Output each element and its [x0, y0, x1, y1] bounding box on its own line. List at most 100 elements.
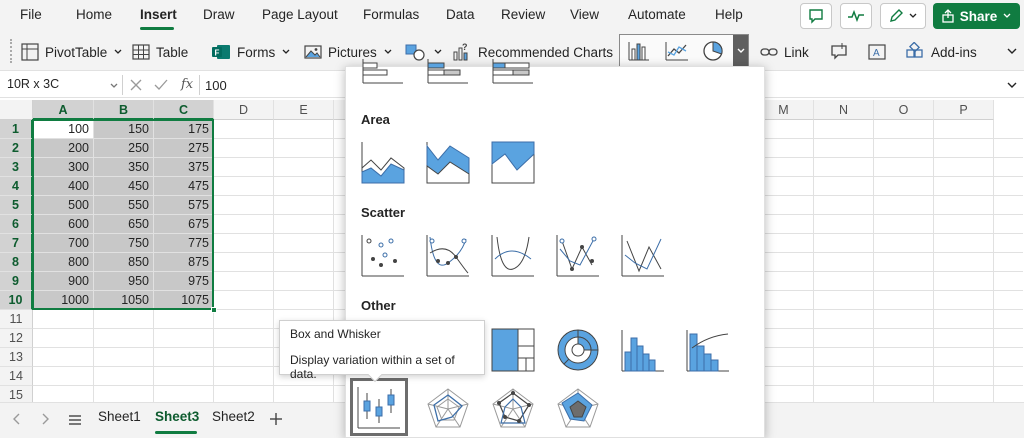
pencil-icon	[890, 9, 903, 22]
row-header-2[interactable]: 2	[0, 139, 33, 158]
chevron-down-icon	[384, 49, 392, 54]
formula-divider	[122, 75, 123, 95]
row-header-12[interactable]: 12	[0, 329, 33, 348]
recommended-charts-label: Recommended Charts	[478, 44, 614, 60]
histogram-chart-option[interactable]	[621, 328, 665, 372]
box-and-whisker-chart-option[interactable]	[350, 378, 408, 436]
prev-sheet-button[interactable]	[12, 413, 22, 425]
scatter-straight-lines-markers-option[interactable]	[556, 233, 600, 277]
pivottable-button[interactable]: PivotTable	[21, 41, 123, 63]
scatter-chart-option[interactable]	[361, 233, 405, 277]
addins-button[interactable]: Add-ins	[905, 41, 977, 63]
link-button[interactable]: Link	[760, 41, 809, 63]
column-header-n[interactable]: N	[814, 100, 874, 120]
tab-formulas[interactable]: Formulas	[363, 7, 419, 22]
tab-home[interactable]: Home	[76, 7, 112, 22]
row-header-6[interactable]: 6	[0, 215, 33, 234]
sheet-tab-sheet3[interactable]: Sheet3	[155, 409, 199, 424]
pareto-chart-option[interactable]	[686, 328, 730, 372]
row-header-1[interactable]: 1	[0, 120, 33, 139]
table-button[interactable]: Table	[132, 41, 188, 63]
row-header-8[interactable]: 8	[0, 253, 33, 272]
row-header-10[interactable]: 10	[0, 291, 33, 310]
column-header-c[interactable]: C	[154, 100, 214, 120]
tab-data[interactable]: Data	[446, 7, 475, 22]
stacked-area-chart-option[interactable]	[426, 140, 470, 184]
column-header-b[interactable]: B	[94, 100, 154, 120]
column-header-d[interactable]: D	[214, 100, 274, 120]
clustered-bar-chart-icon	[362, 59, 403, 84]
tab-page-layout[interactable]: Page Layout	[262, 7, 338, 22]
share-button[interactable]: Share	[933, 3, 1020, 29]
tab-automate[interactable]: Automate	[628, 7, 686, 22]
table-icon	[132, 44, 150, 60]
scatter-section-label: Scatter	[361, 205, 406, 220]
pivottable-label: PivotTable	[45, 44, 108, 60]
row-header-14[interactable]: 14	[0, 367, 33, 386]
line-chart-button[interactable]	[665, 41, 689, 61]
editing-mode-button[interactable]	[880, 3, 926, 29]
sunburst-chart-icon	[557, 329, 599, 371]
insert-function-button[interactable]: fx	[181, 77, 193, 92]
add-sheet-button[interactable]	[269, 412, 283, 426]
activity-button[interactable]	[840, 3, 872, 29]
pivottable-icon	[21, 43, 39, 61]
stacked-bar-chart-option[interactable]	[426, 59, 470, 89]
tab-insert[interactable]: Insert	[140, 7, 177, 22]
tab-draw[interactable]: Draw	[203, 7, 235, 22]
formula-input[interactable]: 100	[205, 78, 227, 93]
ribbon-collapse-button[interactable]	[1006, 45, 1018, 57]
tab-help[interactable]: Help	[715, 7, 743, 22]
column-header-o[interactable]: O	[874, 100, 934, 120]
treemap-chart-option[interactable]	[491, 328, 535, 372]
name-box-dropdown[interactable]	[109, 81, 119, 91]
cancel-entry-button[interactable]	[130, 79, 142, 91]
radar-chart-option[interactable]	[426, 387, 470, 431]
row-header-9[interactable]: 9	[0, 272, 33, 291]
column-header-p[interactable]: P	[934, 100, 994, 120]
text-box-button[interactable]: A	[868, 41, 886, 63]
name-box[interactable]: 10R x 3C	[2, 74, 120, 96]
column-header-a[interactable]: A	[33, 100, 94, 120]
radar-markers-chart-option[interactable]	[491, 387, 535, 431]
select-all-button[interactable]	[0, 100, 33, 120]
pie-chart-button[interactable]	[702, 40, 724, 62]
row-header-3[interactable]: 3	[0, 158, 33, 177]
100-stacked-area-chart-icon	[491, 141, 535, 184]
sheet-tab-sheet2[interactable]: Sheet2	[212, 409, 255, 424]
clustered-bar-chart-option[interactable]	[361, 59, 405, 89]
more-charts-dropdown[interactable]	[733, 35, 748, 67]
100-stacked-bar-chart-option[interactable]	[491, 59, 535, 89]
100-stacked-area-chart-option[interactable]	[491, 140, 535, 184]
comments-button[interactable]	[800, 3, 832, 29]
scatter-smooth-lines-option[interactable]	[491, 233, 535, 277]
column-header-e[interactable]: E	[274, 100, 334, 120]
sunburst-chart-option[interactable]	[556, 328, 600, 372]
scatter-straight-lines-option[interactable]	[621, 233, 665, 277]
sheet-tab-sheet1[interactable]: Sheet1	[98, 409, 141, 424]
expand-formula-bar-button[interactable]	[1006, 79, 1018, 91]
fill-handle[interactable]	[211, 307, 217, 313]
row-header-4[interactable]: 4	[0, 177, 33, 196]
row-header-7[interactable]: 7	[0, 234, 33, 253]
row-header-5[interactable]: 5	[0, 196, 33, 215]
forms-button[interactable]: F Forms	[211, 41, 291, 63]
row-header-11[interactable]: 11	[0, 310, 33, 329]
confirm-entry-button[interactable]	[154, 79, 168, 91]
tab-review[interactable]: Review	[501, 7, 545, 22]
all-sheets-button[interactable]	[68, 414, 82, 426]
tab-file[interactable]: File	[20, 7, 42, 22]
next-sheet-button[interactable]	[40, 413, 50, 425]
shapes-icon	[405, 44, 425, 61]
svg-text:F: F	[215, 49, 220, 58]
ribbon-grip	[10, 39, 12, 63]
scatter-smooth-lines-markers-option[interactable]	[426, 233, 470, 277]
share-label: Share	[959, 8, 998, 24]
row-header-15[interactable]: 15	[0, 386, 33, 402]
tab-view[interactable]: View	[570, 7, 599, 22]
row-header-13[interactable]: 13	[0, 348, 33, 367]
filled-radar-chart-option[interactable]	[556, 387, 600, 431]
column-chart-button[interactable]	[628, 41, 650, 61]
new-comment-button[interactable]	[830, 41, 848, 63]
area-chart-option[interactable]	[361, 140, 405, 184]
